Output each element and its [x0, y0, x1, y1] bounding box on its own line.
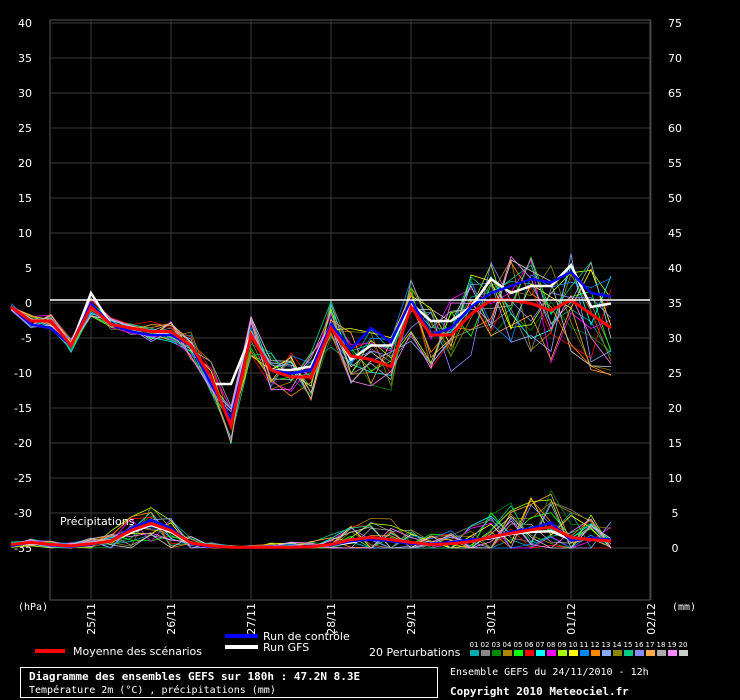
copyright: Copyright 2010 Meteociel.fr	[450, 685, 629, 698]
perturbation-number: 06	[525, 641, 534, 649]
x-tick-label: 02/12	[645, 603, 658, 635]
perturbation-swatch	[558, 650, 567, 656]
perturbation-number: 07	[536, 641, 545, 649]
y-right-tick: 15	[668, 437, 682, 450]
y-right-tick: 20	[668, 402, 682, 415]
perturbation-number: 13	[602, 641, 611, 649]
perturbation-swatch	[668, 650, 677, 656]
perturbation-number: 08	[547, 641, 556, 649]
y-right-tick: 60	[668, 122, 682, 135]
perturbation-number: 11	[580, 641, 589, 649]
perturbation-number: 19	[668, 641, 677, 649]
legend-label-perturbations: 20 Perturbations	[369, 646, 461, 659]
perturbation-swatch	[514, 650, 523, 656]
chart-title: Diagramme des ensembles GEFS sur 180h : …	[29, 670, 361, 683]
perturbation-swatch	[492, 650, 501, 656]
perturbation-swatch	[470, 650, 479, 656]
x-axis-labels: 25/11 26/11 27/11 28/11 29/11 30/11 01/12 02/12	[85, 603, 658, 635]
y-left-tick: 0	[25, 297, 32, 310]
perturbation-swatch	[646, 650, 655, 656]
y-right-tick: 30	[668, 332, 682, 345]
perturbation-swatch	[635, 650, 644, 656]
perturbation-temp-line	[10, 257, 612, 408]
perturbation-number: 18	[657, 641, 666, 649]
y-right-tick: 10	[668, 472, 682, 485]
perturbation-lines	[10, 253, 612, 549]
perturbation-swatch	[657, 650, 666, 656]
perturbation-number: 12	[591, 641, 600, 649]
legend-label-gfs: Run GFS	[263, 641, 309, 654]
x-tick-label: 01/12	[565, 603, 578, 635]
perturbation-number: 05	[514, 641, 523, 649]
y-left-tick: 40	[18, 17, 32, 30]
perturbation-number: 16	[635, 641, 644, 649]
y-left-tick: 25	[18, 122, 32, 135]
legend: Moyenne des scénariosRun de contrôleRun …	[35, 630, 688, 659]
perturbation-number: 17	[646, 641, 655, 649]
perturbation-swatch	[536, 650, 545, 656]
perturbation-swatch	[624, 650, 633, 656]
perturbation-swatch	[525, 650, 534, 656]
y-right-tick: 75	[668, 17, 682, 30]
perturbation-number: 09	[558, 641, 567, 649]
perturbation-number: 10	[569, 641, 578, 649]
legend-label-mean: Moyenne des scénarios	[73, 645, 202, 658]
x-tick-label: 29/11	[405, 603, 418, 635]
chart-subtitle: Température 2m (°C) , précipitations (mm…	[29, 685, 276, 696]
perturbation-number: 01	[470, 641, 479, 649]
left-axis-ticks: 4035302520151050-5-10-15-20-25-30-35	[14, 17, 32, 555]
y-left-tick: 5	[25, 262, 32, 275]
x-tick-label: 26/11	[165, 603, 178, 635]
ensemble-run-info: Ensemble GEFS du 24/11/2010 - 12h	[450, 667, 649, 678]
y-right-tick: 25	[668, 367, 682, 380]
y-right-tick: 35	[668, 297, 682, 310]
perturbation-number: 03	[492, 641, 501, 649]
perturbation-swatch	[481, 650, 490, 656]
y-left-tick: -25	[14, 472, 32, 485]
y-right-tick: 40	[668, 262, 682, 275]
y-left-tick: -10	[14, 367, 32, 380]
perturbation-number: 14	[613, 641, 622, 649]
perturbation-swatch	[569, 650, 578, 656]
caption-box: Diagramme des ensembles GEFS sur 180h : …	[20, 667, 438, 698]
y-left-tick: 15	[18, 192, 32, 205]
precipitation-label: Précipitations	[60, 515, 135, 528]
perturbation-swatch	[591, 650, 600, 656]
perturbation-swatch	[679, 650, 688, 656]
x-tick-label: 30/11	[485, 603, 498, 635]
y-right-tick: 70	[668, 52, 682, 65]
y-right-tick: 65	[668, 87, 682, 100]
y-right-tick: 45	[668, 227, 682, 240]
perturbation-swatch	[503, 650, 512, 656]
y-right-tick: 5	[672, 507, 679, 520]
y-right-tick: 0	[672, 542, 679, 555]
y-left-tick: 35	[18, 52, 32, 65]
y-left-tick: -5	[21, 332, 32, 345]
perturbation-swatch	[602, 650, 611, 656]
y-left-tick: 10	[18, 227, 32, 240]
y-left-tick: -20	[14, 437, 32, 450]
perturbation-number: 04	[503, 641, 512, 649]
perturbation-number: 02	[481, 641, 490, 649]
y-left-tick: 20	[18, 157, 32, 170]
y-right-tick: 55	[668, 157, 682, 170]
y-left-tick: 30	[18, 87, 32, 100]
x-tick-label: 27/11	[245, 603, 258, 635]
gefs-ensemble-chart: 4035302520151050-5-10-15-20-25-30-35 757…	[10, 17, 696, 659]
y-left-tick: -15	[14, 402, 32, 415]
y-right-label: (mm)	[672, 602, 696, 613]
y-left-label: (hPa)	[18, 602, 48, 613]
x-tick-label: 25/11	[85, 603, 98, 635]
y-left-tick: -30	[14, 507, 32, 520]
perturbation-swatch	[580, 650, 589, 656]
y-right-tick: 50	[668, 192, 682, 205]
perturbation-swatch	[613, 650, 622, 656]
right-axis-ticks: 757065605550454035302520151050	[668, 17, 682, 555]
perturbation-number: 20	[679, 641, 688, 649]
perturbation-swatch	[547, 650, 556, 656]
perturbation-number: 15	[624, 641, 633, 649]
